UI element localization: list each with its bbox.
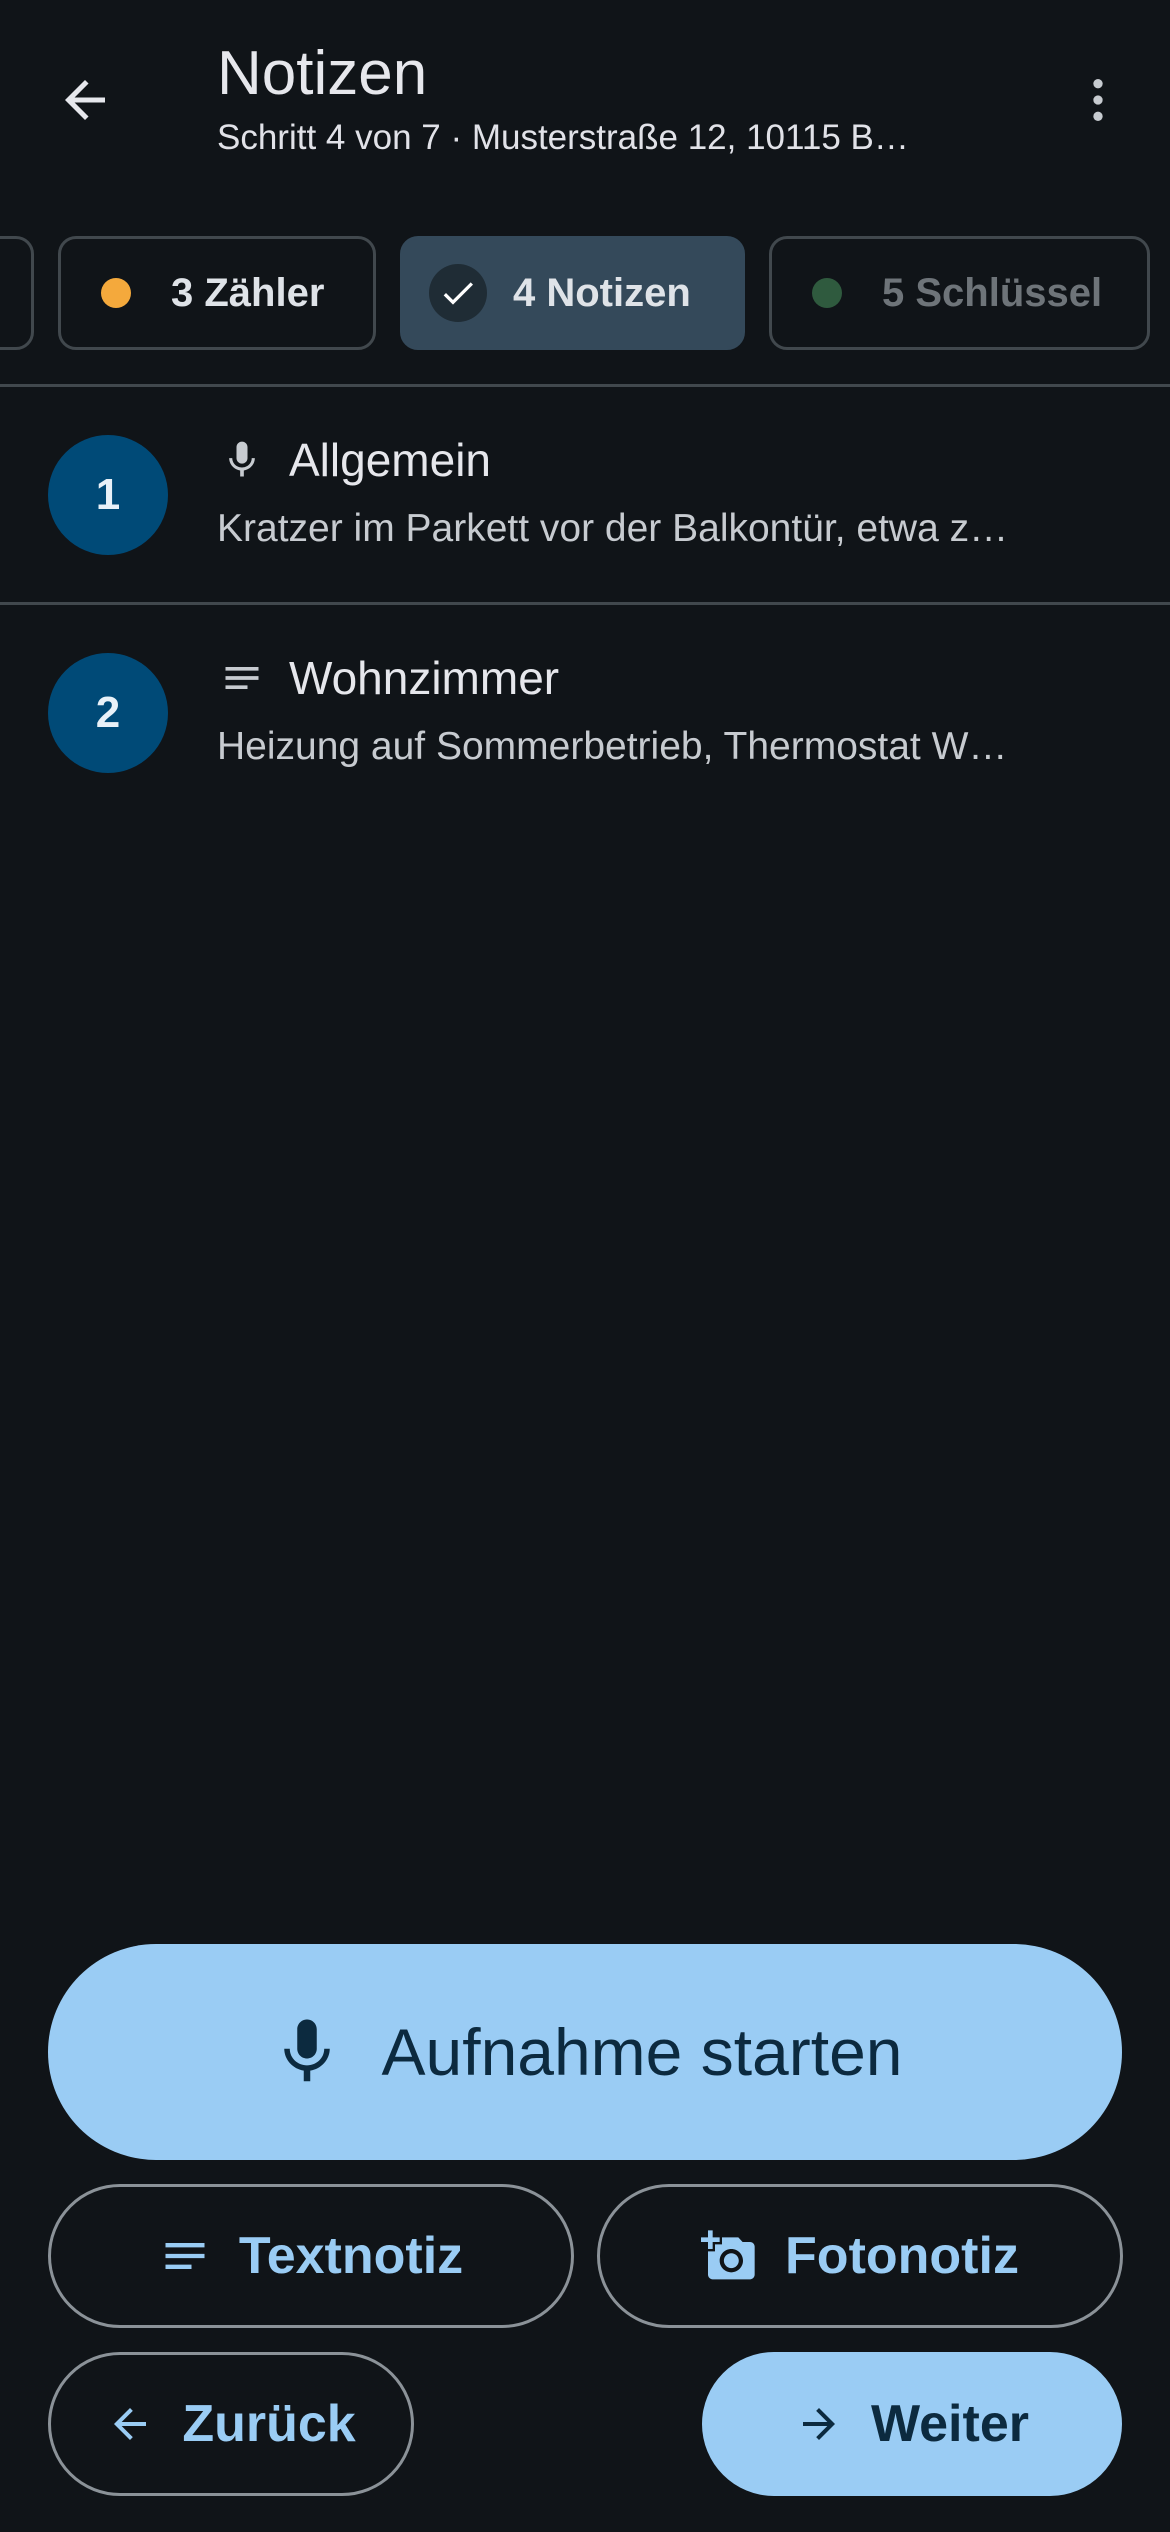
more-vert-icon xyxy=(1093,79,1103,121)
note-preview: Heizung auf Sommerbetrieb, Thermostat W… xyxy=(217,725,1008,768)
arrow-left-icon xyxy=(65,80,105,120)
back-label: Zurück xyxy=(182,2395,356,2453)
text-lines-icon xyxy=(217,653,267,703)
note-list-item[interactable]: 1 Allgemein Kratzer im Parkett vor der B… xyxy=(0,387,1170,602)
note-preview: Kratzer im Parkett vor der Balkontür, et… xyxy=(217,507,1009,550)
mic-icon xyxy=(268,2013,346,2091)
arrow-left-icon xyxy=(106,2400,154,2448)
tab-label: 4 Notizen xyxy=(513,270,691,315)
page-title: Notizen xyxy=(217,39,428,108)
text-note-label: Textnotiz xyxy=(238,2227,464,2285)
next-label: Weiter xyxy=(871,2395,1029,2453)
check-circle-icon xyxy=(429,264,487,322)
note-list-item[interactable]: 2 Wohnzimmer Heizung auf Sommerbetrieb, … xyxy=(0,605,1170,820)
photo-note-label: Fotonotiz xyxy=(785,2227,1019,2285)
step-tabs: 3 Zähler 4 Notizen 5 Schlüssel xyxy=(0,236,1170,350)
mic-icon xyxy=(217,435,267,485)
start-recording-button[interactable]: Aufnahme starten xyxy=(48,1944,1122,2160)
note-title: Wohnzimmer xyxy=(289,652,560,704)
add-photo-icon xyxy=(701,2228,757,2284)
notes-screen: Notizen Schritt 4 von 7 · Musterstraße 1… xyxy=(0,0,1170,2532)
status-dot-green xyxy=(812,278,842,308)
tab-schluessel[interactable]: 5 Schlüssel xyxy=(769,236,1150,350)
top-app-bar: Notizen Schritt 4 von 7 · Musterstraße 1… xyxy=(0,0,1170,210)
page-subtitle: Schritt 4 von 7 · Musterstraße 12, 10115… xyxy=(217,118,909,157)
arrow-right-icon xyxy=(795,2400,843,2448)
status-dot-orange xyxy=(101,278,131,308)
next-button[interactable]: Weiter xyxy=(702,2352,1122,2496)
back-arrow-button[interactable] xyxy=(35,50,135,150)
text-lines-icon xyxy=(159,2230,211,2282)
more-options-button[interactable] xyxy=(1048,50,1148,150)
tab-label: 5 Schlüssel xyxy=(882,270,1103,315)
photo-note-button[interactable]: Fotonotiz xyxy=(597,2184,1123,2328)
tab-zaehler[interactable]: 3 Zähler xyxy=(58,236,376,350)
note-number-badge: 1 xyxy=(48,435,168,555)
tab-notizen[interactable]: 4 Notizen xyxy=(400,236,745,350)
text-note-button[interactable]: Textnotiz xyxy=(48,2184,574,2328)
record-label: Aufnahme starten xyxy=(381,2015,903,2089)
title-block: Notizen Schritt 4 von 7 · Musterstraße 1… xyxy=(217,36,997,160)
tab-label: 3 Zähler xyxy=(171,270,325,315)
tab-previous-partial[interactable] xyxy=(0,236,34,350)
note-number-badge: 2 xyxy=(48,653,168,773)
note-title: Allgemein xyxy=(289,434,491,486)
back-button[interactable]: Zurück xyxy=(48,2352,414,2496)
